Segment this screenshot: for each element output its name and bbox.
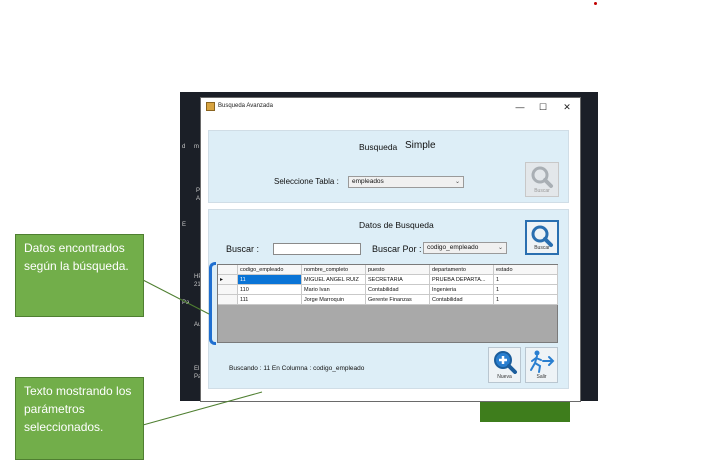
connector-found-data — [142, 279, 210, 315]
connector-params-text — [142, 391, 263, 426]
annotation-found-data: Datos encontrados según la búsqueda. — [15, 234, 144, 317]
annotation-params-text: Texto mostrando los parámetros seleccion… — [15, 377, 144, 460]
